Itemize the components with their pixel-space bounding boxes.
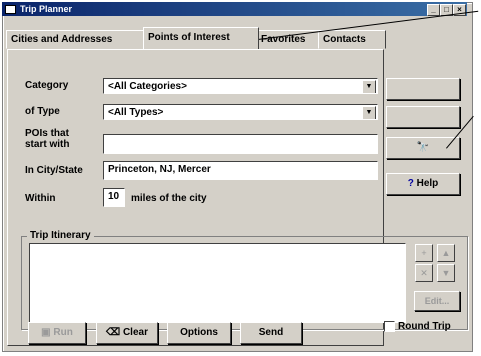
run-button[interactable]: ▣ Run: [28, 322, 86, 344]
arrow-down-icon[interactable]: ▼: [437, 264, 455, 282]
delete-icon[interactable]: ✕: [415, 264, 433, 282]
pois-input[interactable]: [103, 134, 378, 154]
arrow-up-icon[interactable]: ▲: [437, 244, 455, 262]
category-dropdown[interactable]: <All Categories> ▼: [103, 78, 378, 94]
eraser-icon: ⌫: [106, 327, 121, 338]
binoculars-icon: 🔭: [416, 142, 430, 153]
chevron-down-icon[interactable]: ▼: [362, 80, 376, 93]
within-input[interactable]: 10: [103, 188, 125, 207]
city-input[interactable]: Princeton, NJ, Mercer: [103, 161, 378, 180]
round-trip-label: Round Trip: [398, 321, 451, 332]
round-trip-checkbox[interactable]: [384, 321, 395, 332]
within-label: Within: [25, 193, 56, 204]
edit-button[interactable]: Edit...: [414, 291, 460, 311]
run-icon: ▣: [41, 327, 51, 338]
options-button[interactable]: Options: [167, 322, 231, 344]
itinerary-title: Trip Itinerary: [27, 230, 94, 241]
disabled-button-1[interactable]: [386, 78, 460, 100]
disabled-button-2[interactable]: [386, 106, 460, 128]
itinerary-list[interactable]: [29, 243, 406, 323]
add-icon[interactable]: +: [415, 244, 433, 262]
send-button[interactable]: Send: [240, 322, 302, 344]
tab-cities-and-addresses[interactable]: Cities and Addresses: [6, 30, 146, 49]
type-value: <All Types>: [108, 107, 164, 118]
clear-button[interactable]: ⌫ Clear: [96, 322, 158, 344]
category-label: Category: [25, 80, 69, 91]
question-icon: ?: [407, 178, 414, 189]
help-button[interactable]: ? Help: [386, 173, 460, 195]
window-icon: [5, 5, 16, 14]
within-suffix: miles of the city: [131, 193, 207, 204]
chevron-down-icon[interactable]: ▼: [362, 106, 376, 119]
category-value: <All Categories>: [108, 81, 187, 92]
minimize-button[interactable]: _: [427, 4, 440, 16]
window-title: Trip Planner: [20, 4, 73, 14]
type-dropdown[interactable]: <All Types> ▼: [103, 104, 378, 120]
pois-label: POIs that start with: [25, 128, 70, 150]
tab-contacts[interactable]: Contacts: [318, 30, 386, 49]
type-label: of Type: [25, 106, 60, 117]
title-bar: Trip Planner _ □ ×: [2, 2, 467, 16]
city-label: In City/State: [25, 165, 83, 176]
tab-points-of-interest[interactable]: Points of Interest: [143, 27, 259, 49]
find-button[interactable]: 🔭: [386, 137, 460, 159]
